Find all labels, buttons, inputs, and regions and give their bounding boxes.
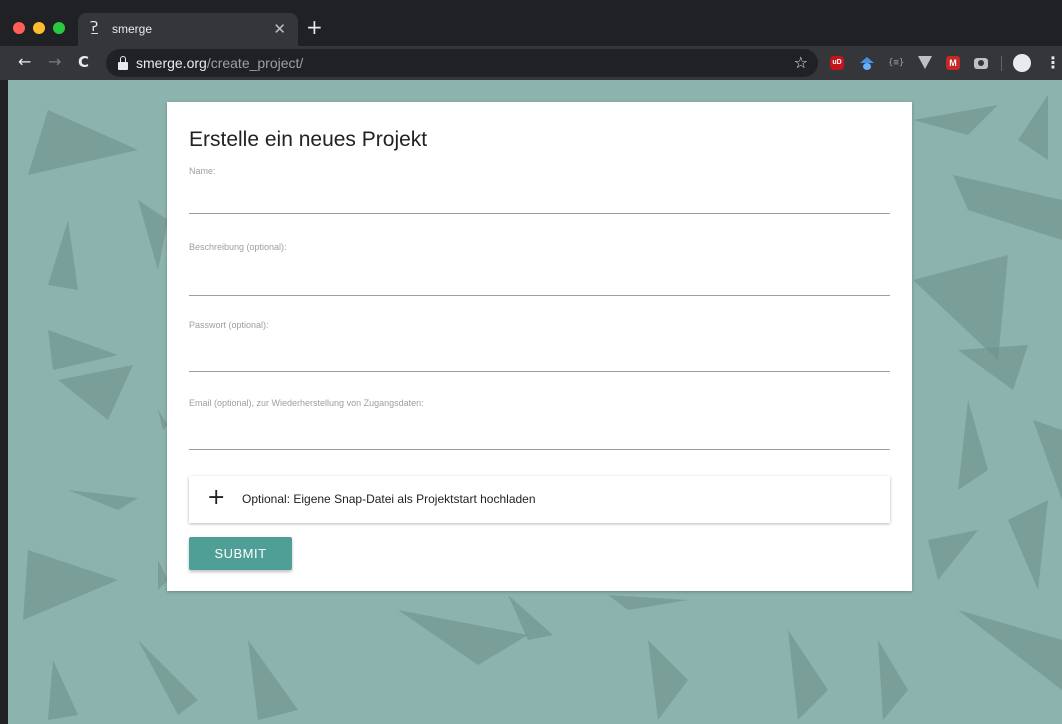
description-input[interactable] bbox=[189, 270, 890, 296]
bg-shape bbox=[28, 110, 138, 175]
name-label: Name: bbox=[189, 166, 216, 176]
description-label: Beschreibung (optional): bbox=[189, 242, 287, 252]
url-text[interactable]: smerge.org/create_project/ bbox=[136, 55, 303, 71]
password-label: Passwort (optional): bbox=[189, 320, 269, 330]
back-arrow-icon[interactable]: ← bbox=[18, 52, 31, 72]
password-input[interactable] bbox=[189, 346, 890, 372]
browser-tab-bar: Ɂ̲ smerge ✕ + bbox=[0, 0, 1062, 46]
name-input[interactable] bbox=[189, 188, 890, 214]
ublock-origin-icon[interactable]: uD bbox=[830, 56, 844, 70]
bg-shape bbox=[913, 255, 1008, 360]
url-path: /create_project/ bbox=[206, 55, 304, 71]
address-bar[interactable]: smerge.org/create_project/ ☆ bbox=[106, 49, 818, 77]
browser-tab-smerge[interactable]: Ɂ̲ smerge ✕ bbox=[78, 13, 298, 46]
tab-close-icon[interactable]: ✕ bbox=[273, 20, 286, 38]
create-project-card: Erstelle ein neues Projekt Name: Beschre… bbox=[167, 102, 912, 591]
capture-icon-dot bbox=[863, 63, 871, 70]
vue-devtools-icon[interactable] bbox=[918, 56, 932, 69]
bg-shape bbox=[648, 640, 688, 720]
email-label: Email (optional), zur Wiederherstellung … bbox=[189, 398, 424, 408]
url-domain: smerge.org bbox=[136, 55, 207, 71]
plus-icon: + bbox=[207, 485, 226, 510]
bg-shape bbox=[608, 595, 688, 610]
bg-shape bbox=[138, 200, 168, 270]
submit-button[interactable]: SUBMIT bbox=[189, 537, 292, 570]
new-tab-button[interactable]: + bbox=[306, 17, 323, 37]
bg-shape bbox=[48, 660, 78, 720]
bg-shape bbox=[913, 105, 998, 135]
bg-shape bbox=[138, 640, 198, 715]
bg-shape bbox=[23, 550, 118, 620]
bg-shape bbox=[1033, 420, 1062, 500]
minimize-window-button[interactable] bbox=[33, 22, 45, 34]
tab-title: smerge bbox=[112, 22, 153, 36]
bg-shape bbox=[1018, 95, 1048, 160]
bg-shape bbox=[248, 640, 298, 720]
json-viewer-icon[interactable]: {≡} bbox=[888, 56, 904, 70]
bg-shape bbox=[68, 490, 138, 510]
upload-snap-file-label: Optional: Eigene Snap-Datei als Projekts… bbox=[242, 492, 536, 506]
lock-icon bbox=[118, 56, 128, 70]
smerge-favicon-icon: Ɂ̲ bbox=[90, 20, 98, 35]
bg-shape bbox=[958, 610, 1062, 690]
kebab-menu-icon[interactable]: ⋮ bbox=[1045, 53, 1061, 72]
bg-shape bbox=[48, 220, 78, 290]
browser-toolbar: ← → C smerge.org/create_project/ ☆ uD {≡… bbox=[0, 46, 1062, 80]
bg-shape bbox=[1008, 500, 1048, 590]
toolbar-divider bbox=[1001, 56, 1002, 71]
camera-icon-lens bbox=[978, 60, 984, 66]
bookmark-star-icon[interactable]: ☆ bbox=[794, 53, 808, 72]
maximize-window-button[interactable] bbox=[53, 22, 65, 34]
upload-snap-file-collapsible[interactable]: + Optional: Eigene Snap-Datei als Projek… bbox=[189, 476, 890, 523]
bg-shape bbox=[928, 530, 978, 580]
m-extension-icon[interactable]: M bbox=[946, 56, 960, 70]
profile-avatar-icon[interactable] bbox=[1013, 54, 1031, 72]
email-input[interactable] bbox=[189, 424, 890, 450]
close-window-button[interactable] bbox=[13, 22, 25, 34]
bg-shape bbox=[58, 365, 133, 420]
bg-shape bbox=[878, 640, 908, 720]
bg-shape bbox=[48, 330, 118, 370]
bg-shape bbox=[398, 610, 528, 665]
bg-shape bbox=[953, 175, 1062, 240]
bg-shape bbox=[958, 400, 988, 490]
bg-shape bbox=[788, 630, 828, 720]
page-title: Erstelle ein neues Projekt bbox=[189, 128, 428, 151]
forward-arrow-icon[interactable]: → bbox=[48, 52, 61, 72]
page-viewport: Erstelle ein neues Projekt Name: Beschre… bbox=[8, 80, 1062, 724]
reload-icon[interactable]: C bbox=[78, 52, 89, 72]
